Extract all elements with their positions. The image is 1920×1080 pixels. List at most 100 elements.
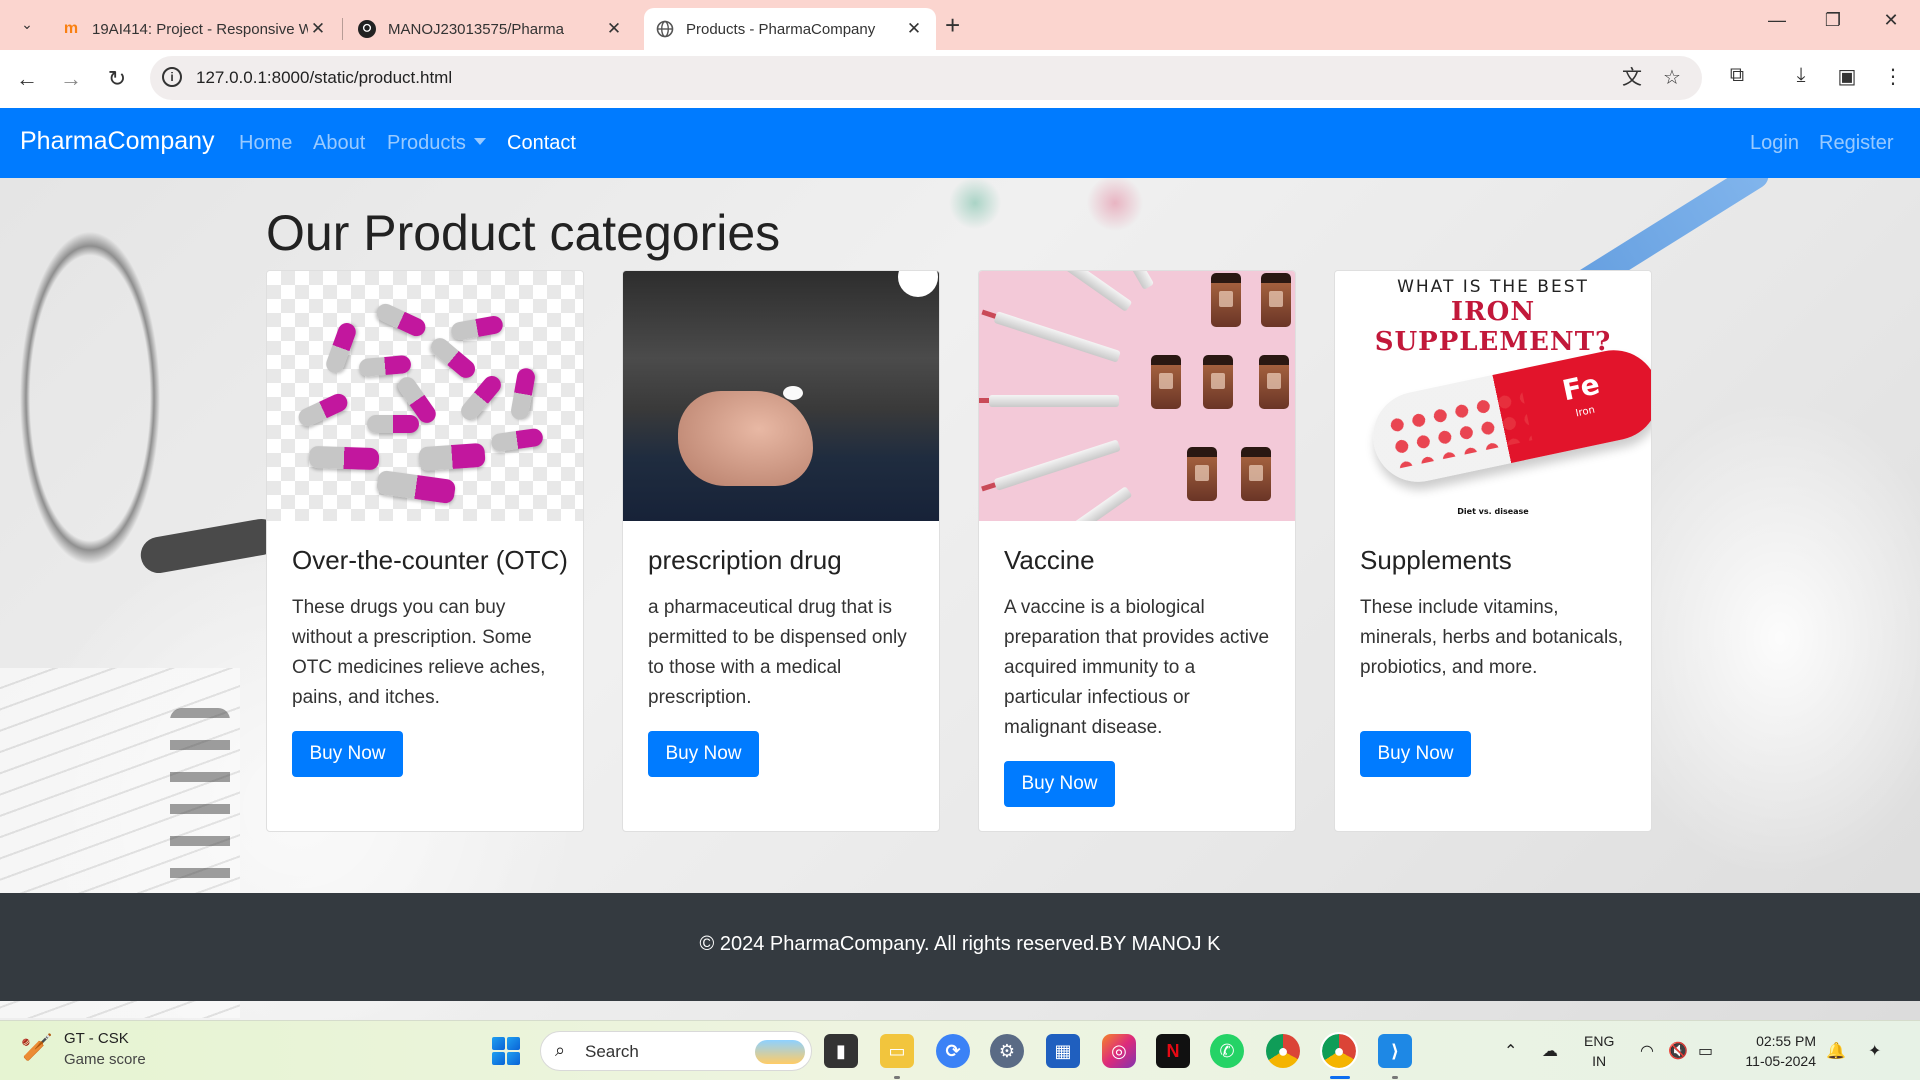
tab-search-menu-button[interactable]: ⌄ xyxy=(12,9,42,39)
nav-about[interactable]: About xyxy=(313,132,365,155)
back-button[interactable]: ← xyxy=(12,64,42,94)
settings-gear-icon[interactable]: ⚙ xyxy=(990,1034,1024,1068)
profile-avatar[interactable]: ▣ xyxy=(1834,64,1860,89)
notification-bell-icon[interactable]: 🔔 xyxy=(1826,1041,1846,1061)
browser-tab-2[interactable]: MANOJ23013575/Pharma ✕ xyxy=(346,8,636,50)
product-card-supplements: WHAT IS THE BEST IRON SUPPLEMENT? Fe Iro… xyxy=(1334,270,1652,832)
buy-now-button[interactable]: Buy Now xyxy=(292,731,403,777)
widget-subtitle[interactable]: Game score xyxy=(64,1051,146,1068)
wifi-icon[interactable]: ◠ xyxy=(1640,1041,1654,1061)
nav-contact[interactable]: Contact xyxy=(507,132,576,155)
browser-tab-1[interactable]: m 19AI414: Project - Responsive W ✕ xyxy=(50,8,340,50)
sync-app-icon[interactable]: ⟳ xyxy=(936,1034,970,1068)
page-title: Our Product categories xyxy=(266,205,781,261)
forward-button[interactable]: → xyxy=(56,64,86,94)
vscode-icon[interactable]: ⟩ xyxy=(1378,1034,1412,1068)
buy-now-button[interactable]: Buy Now xyxy=(1360,731,1471,777)
card-text: These drugs you can buy without a prescr… xyxy=(292,597,546,708)
card-text: A vaccine is a biological preparation th… xyxy=(1004,597,1270,738)
tab-separator xyxy=(342,18,343,40)
card-text: a pharmaceutical drug that is permitted … xyxy=(648,597,907,708)
nav-register[interactable]: Register xyxy=(1819,132,1893,155)
caret-down-icon xyxy=(473,138,486,145)
clock-date: 11-05-2024 xyxy=(1745,1053,1816,1069)
footer-copyright: © 2024 PharmaCompany. All rights reserve… xyxy=(699,933,1221,955)
supplement-image-footer: Diet vs. disease xyxy=(1457,507,1529,516)
prescription-drug-image xyxy=(623,271,939,521)
whatsapp-icon[interactable]: ✆ xyxy=(1210,1034,1244,1068)
taskbar-search-box[interactable]: ⌕ Search xyxy=(540,1031,812,1071)
card-text: These include vitamins, minerals, herbs … xyxy=(1360,597,1623,678)
file-explorer-icon[interactable]: ▭ xyxy=(880,1034,914,1068)
browser-tab-strip: ⌄ m 19AI414: Project - Responsive W ✕ MA… xyxy=(0,0,1920,50)
copilot-icon[interactable]: ✦ xyxy=(1868,1041,1881,1061)
windows-start-icon[interactable] xyxy=(492,1037,520,1065)
capsule-fe-label: Fe xyxy=(1559,367,1603,408)
tab-title: Products - PharmaCompany xyxy=(686,20,876,38)
site-navbar: PharmaCompany Home About Products Contac… xyxy=(0,108,1920,178)
translate-icon[interactable]: 文 xyxy=(1620,67,1644,89)
github-icon xyxy=(358,20,376,38)
card-title: Over-the-counter (OTC) xyxy=(292,545,568,575)
restore-button[interactable]: ❐ xyxy=(1818,10,1848,31)
close-window-button[interactable]: ✕ xyxy=(1876,10,1906,31)
extensions-icon[interactable]: ⧉ xyxy=(1724,64,1750,87)
minimize-button[interactable]: — xyxy=(1762,10,1792,31)
nav-home[interactable]: Home xyxy=(239,132,292,155)
url-text[interactable]: 127.0.0.1:8000/static/product.html xyxy=(196,68,452,88)
chrome-active-icon[interactable]: ● xyxy=(1320,1032,1358,1070)
card-title: prescription drug xyxy=(648,545,842,575)
iron-supplement-image: WHAT IS THE BEST IRON SUPPLEMENT? Fe Iro… xyxy=(1335,271,1651,521)
site-brand[interactable]: PharmaCompany xyxy=(20,127,215,156)
nav-products-label: Products xyxy=(387,132,466,154)
widgets-cricket-icon[interactable]: 🏏 xyxy=(20,1032,54,1066)
system-clock[interactable]: 02:55 PM 11-05-2024 xyxy=(1736,1031,1816,1071)
close-icon[interactable]: ✕ xyxy=(604,19,624,39)
page-viewport: PharmaCompany Home About Products Contac… xyxy=(0,108,1920,1020)
running-indicator xyxy=(894,1076,900,1079)
clock-time: 02:55 PM xyxy=(1756,1033,1816,1049)
task-view-icon[interactable]: ▮ xyxy=(824,1034,858,1068)
chrome-icon[interactable]: ● xyxy=(1266,1034,1300,1068)
nav-products-dropdown[interactable]: Products xyxy=(387,132,486,155)
netflix-icon[interactable]: N xyxy=(1156,1034,1190,1068)
onedrive-cloud-icon[interactable]: ☁ xyxy=(1542,1041,1558,1061)
taskbar-search-label: Search xyxy=(585,1042,639,1061)
supplement-image-line1: WHAT IS THE BEST xyxy=(1397,277,1589,297)
capsule-iron-label: Iron xyxy=(1574,404,1596,420)
buy-now-button[interactable]: Buy Now xyxy=(648,731,759,777)
instagram-icon[interactable]: ◎ xyxy=(1102,1034,1136,1068)
address-bar[interactable]: i 127.0.0.1:8000/static/product.html 文 ☆ xyxy=(150,56,1702,100)
tab-title: MANOJ23013575/Pharma xyxy=(388,20,564,38)
download-icon[interactable]: ⤓ xyxy=(1788,64,1814,87)
bookmark-star-icon[interactable]: ☆ xyxy=(1660,67,1684,89)
reload-button[interactable]: ↻ xyxy=(102,64,132,94)
language-indicator[interactable]: ENG IN xyxy=(1584,1031,1614,1071)
site-info-icon[interactable]: i xyxy=(162,67,182,87)
close-icon[interactable]: ✕ xyxy=(904,19,924,39)
supplement-image-line2: IRON SUPPLEMENT? xyxy=(1374,297,1612,357)
microsoft-store-icon[interactable]: ▦ xyxy=(1046,1034,1080,1068)
site-footer: © 2024 PharmaCompany. All rights reserve… xyxy=(0,893,1920,1001)
card-title: Supplements xyxy=(1360,545,1512,575)
background-cable xyxy=(137,516,283,576)
new-tab-button[interactable]: + xyxy=(945,12,960,38)
windows-taskbar: 🏏 GT - CSK Game score ⌕ Search ▮ ▭ ⟳ ⚙ ▦… xyxy=(0,1020,1920,1080)
tab-title: 19AI414: Project - Responsive W xyxy=(92,20,308,38)
show-hidden-icons-chevron-icon[interactable]: ⌃ xyxy=(1504,1041,1517,1061)
lang-line1: ENG xyxy=(1584,1033,1615,1049)
buy-now-button[interactable]: Buy Now xyxy=(1004,761,1115,807)
address-toolbar: ← → ↻ i 127.0.0.1:8000/static/product.ht… xyxy=(0,50,1920,108)
nav-login[interactable]: Login xyxy=(1750,132,1799,155)
widget-title[interactable]: GT - CSK xyxy=(64,1030,129,1047)
globe-icon xyxy=(656,20,674,38)
moodle-icon: m xyxy=(63,20,79,37)
volume-muted-icon[interactable]: 🔇 xyxy=(1668,1041,1688,1061)
battery-icon[interactable]: ▭ xyxy=(1698,1041,1713,1061)
card-title: Vaccine xyxy=(1004,545,1095,575)
close-icon[interactable]: ✕ xyxy=(308,19,328,39)
more-menu-icon[interactable]: ⋮ xyxy=(1880,64,1906,89)
search-highlight-art xyxy=(755,1040,805,1064)
browser-tab-3-active[interactable]: Products - PharmaCompany ✕ xyxy=(644,8,936,50)
product-card-vaccine: Vaccine A vaccine is a biological prepar… xyxy=(978,270,1296,832)
